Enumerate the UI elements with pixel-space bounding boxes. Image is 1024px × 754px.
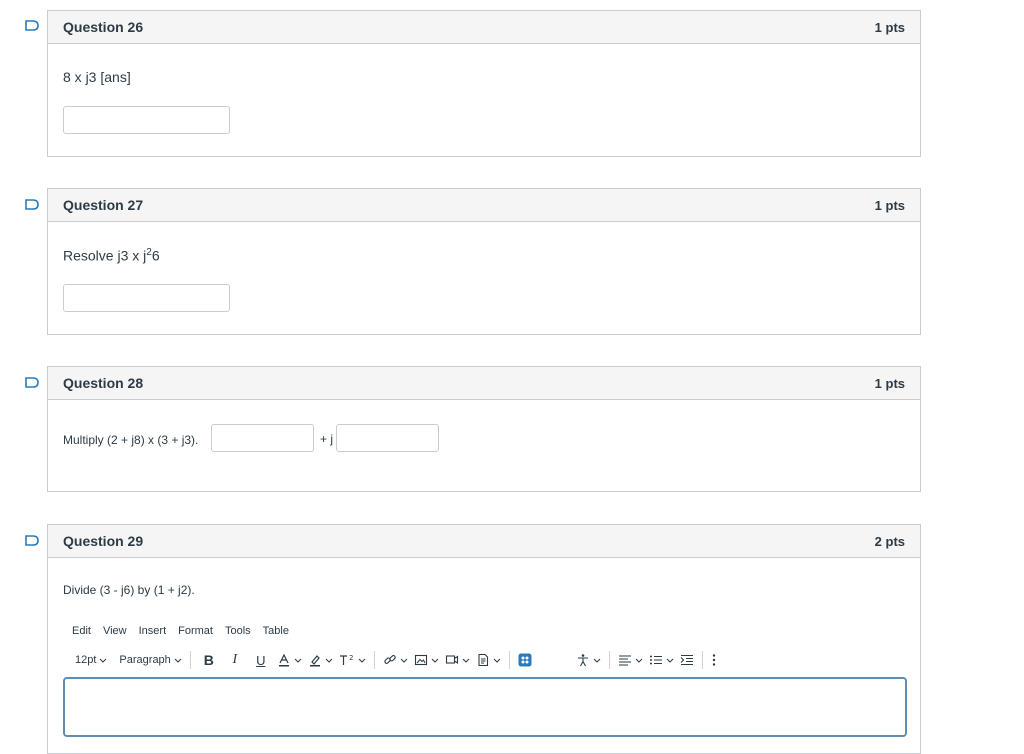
question-title: Question 29	[63, 533, 144, 549]
question-text: Resolve j3 x j26	[63, 247, 160, 264]
question-card: Question 27 1 pts Resolve j3 x j26	[47, 188, 921, 335]
flag-question-icon[interactable]	[25, 199, 39, 210]
question-title: Question 28	[63, 375, 144, 391]
flag-question-icon[interactable]	[25, 535, 39, 546]
chevron-down-icon	[431, 658, 439, 663]
chevron-down-icon	[325, 658, 333, 663]
chevron-down-icon	[174, 658, 182, 663]
question-text-end: 6	[151, 247, 160, 264]
list-button[interactable]	[646, 649, 677, 671]
chevron-down-icon	[593, 658, 601, 663]
image-button[interactable]	[411, 649, 442, 671]
menu-insert[interactable]: Insert	[139, 625, 167, 637]
rich-text-editor[interactable]	[63, 677, 907, 737]
chevron-down-icon	[635, 658, 643, 663]
toolbar-divider	[701, 651, 703, 669]
answer-input-imaginary[interactable]	[336, 424, 439, 452]
block-format-dropdown[interactable]: Paragraph	[116, 649, 184, 671]
apps-button[interactable]	[515, 649, 535, 671]
toolbar-divider	[189, 651, 191, 669]
align-button[interactable]	[615, 649, 646, 671]
toolbar-divider	[608, 651, 610, 669]
underline-icon[interactable]: U	[248, 649, 274, 671]
menu-format[interactable]: Format	[178, 625, 213, 637]
font-size-dropdown[interactable]: 12pt	[72, 649, 110, 671]
more-icon	[712, 654, 715, 666]
question-points: 2 pts	[874, 533, 905, 549]
question-card: Question 28 1 pts Multiply (2 + j8) x (3…	[47, 366, 921, 492]
chevron-down-icon	[100, 658, 107, 663]
question-header: Question 27 1 pts	[48, 189, 920, 222]
question-text: 8 x j3 [ans]	[63, 69, 131, 85]
bold-icon[interactable]: B	[196, 649, 222, 671]
answer-input[interactable]	[63, 284, 230, 312]
question-text: Multiply (2 + j8) x (3 + j3).	[63, 433, 199, 447]
text-color-icon	[278, 653, 289, 667]
question-text: Divide (3 - j6) by (1 + j2).	[63, 583, 195, 597]
question-header: Question 26 1 pts	[48, 11, 920, 44]
question-header: Question 28 1 pts	[48, 367, 920, 400]
answer-input[interactable]	[63, 106, 230, 134]
question-points: 1 pts	[874, 19, 905, 35]
menu-table[interactable]: Table	[263, 625, 289, 637]
indent-button[interactable]	[677, 649, 697, 671]
question-header: Question 29 2 pts	[48, 525, 920, 558]
menu-tools[interactable]: Tools	[225, 625, 251, 637]
document-button[interactable]	[473, 649, 504, 671]
question-title: Question 27	[63, 197, 144, 213]
link-button[interactable]	[380, 649, 411, 671]
superscript-button[interactable]: 2	[336, 649, 369, 671]
font-size-value: 12pt	[75, 654, 97, 666]
menu-view[interactable]: View	[103, 625, 127, 637]
apps-icon	[518, 653, 532, 667]
flag-question-icon[interactable]	[25, 377, 39, 388]
accessibility-icon	[577, 654, 588, 667]
answer-input-real[interactable]	[211, 424, 314, 452]
highlight-button[interactable]	[305, 649, 336, 671]
link-icon	[384, 655, 396, 664]
indent-icon	[680, 654, 693, 666]
chevron-down-icon	[462, 658, 470, 663]
chevron-down-icon	[294, 658, 302, 663]
question-points: 1 pts	[874, 375, 905, 391]
highlight-icon	[309, 655, 320, 667]
plus-j-label: + j	[320, 432, 334, 446]
list-icon	[649, 655, 662, 665]
question-points: 1 pts	[874, 197, 905, 213]
chevron-down-icon	[493, 658, 501, 663]
question-title: Question 26	[63, 19, 144, 35]
italic-icon[interactable]: I	[222, 649, 248, 671]
image-icon	[414, 654, 427, 666]
menu-edit[interactable]: Edit	[72, 625, 91, 637]
chevron-down-icon	[400, 658, 408, 663]
toolbar-divider	[508, 651, 510, 669]
more-button[interactable]	[708, 649, 720, 671]
align-icon	[618, 655, 631, 666]
chevron-down-icon	[358, 658, 366, 663]
block-format-value: Paragraph	[119, 654, 171, 666]
question-card: Question 29 2 pts Divide (3 - j6) by (1 …	[47, 524, 921, 754]
svg-text:2: 2	[349, 654, 353, 662]
editor-toolbar: 12pt Paragraph B I U 2	[72, 649, 720, 671]
media-button[interactable]	[442, 649, 473, 671]
flag-question-icon[interactable]	[25, 20, 39, 31]
document-icon	[478, 653, 488, 667]
toolbar-divider	[373, 651, 375, 669]
media-icon	[445, 655, 458, 665]
text-color-button[interactable]	[274, 649, 305, 671]
chevron-down-icon	[666, 658, 674, 663]
superscript-icon: 2	[339, 654, 353, 665]
question-card: Question 26 1 pts 8 x j3 [ans]	[47, 10, 921, 157]
editor-menubar: Edit View Insert Format Tools Table	[72, 625, 289, 637]
accessibility-button[interactable]	[573, 649, 604, 671]
question-text-main: Resolve j3 x j	[63, 247, 147, 264]
